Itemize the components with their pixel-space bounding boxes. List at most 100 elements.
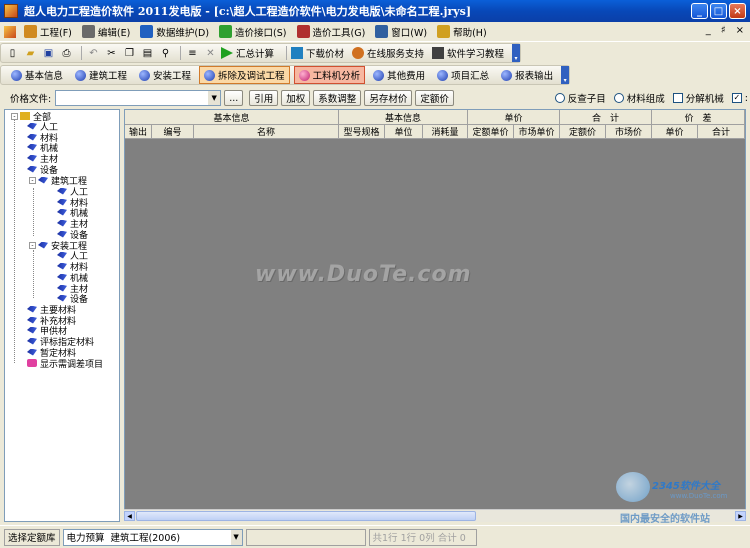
tab-reports[interactable]: 报表输出 [497,67,557,83]
status-position: 共1行 1行 0列 合计 0 [368,528,477,546]
mdi-restore-button[interactable]: ♯ [721,25,726,36]
minimize-button[interactable]: _ [691,3,708,19]
tree-node[interactable]: 评标指定材料 [27,336,94,348]
tree-node[interactable]: 主要材料 [27,304,76,316]
radio-icon[interactable] [554,93,565,103]
print-preview-icon[interactable]: ⎙ [59,46,74,61]
menu-project[interactable]: 工程(F) [24,25,72,39]
tree-node-building[interactable]: - 建筑工程 [29,175,87,187]
category-icon [38,241,48,249]
copy-icon[interactable]: ❐ [122,46,137,61]
extra-option[interactable]: ✓: [731,93,748,104]
column-header[interactable]: 单位 [385,125,423,139]
reverse-lookup-option[interactable]: 反查子目 [554,91,606,105]
tab-installation[interactable]: 安装工程 [135,67,195,83]
tree-node[interactable]: 设备 [27,164,58,176]
menu-cost-tools[interactable]: 造价工具(G) [296,25,365,39]
tree-node[interactable]: 主材 [57,218,88,230]
column-header[interactable]: 单价 [652,125,698,139]
price-file-bar: 价格文件: ▼ ... 引用 加权 系数调整 另存材价 定额价 反查子目 材料组… [0,88,750,108]
mdi-minimize-button[interactable]: _ [706,25,711,36]
column-header[interactable]: 输出 [125,125,152,139]
category-icon [57,187,67,195]
column-header[interactable]: 定额单价 [468,125,514,139]
material-composition-option[interactable]: 材料组成 [613,91,665,105]
save-icon[interactable]: ▣ [41,46,56,61]
scroll-thumb[interactable] [136,511,476,521]
tab-basic-info[interactable]: 基本信息 [7,67,67,83]
checkbox-icon[interactable] [672,93,683,103]
tree-node[interactable]: 机械 [57,272,88,284]
tree-node[interactable]: 设备 [57,293,88,305]
menu-data-maintenance[interactable]: 数据维护(D) [140,25,209,39]
download-prices-button[interactable]: 下载价材 [291,46,344,60]
new-file-icon[interactable]: ▯ [5,46,20,61]
browse-button[interactable]: ... [224,90,244,106]
calculate-button[interactable]: 汇总计算 [221,46,274,60]
tab-demolition[interactable]: 拆除及调试工程 [199,66,290,84]
save-as-prices-button[interactable]: 另存材价 [364,90,413,106]
price-file-select[interactable]: ▼ [55,90,222,106]
tree-node[interactable]: 人工 [27,121,58,133]
maximize-button[interactable]: □ [710,3,727,19]
undo-icon[interactable]: ↶ [86,46,101,61]
paste-icon[interactable]: ▤ [140,46,155,61]
tab-other-fees[interactable]: 其他费用 [369,67,429,83]
column-header[interactable]: 名称 [194,125,339,139]
tree-node[interactable]: 人工 [57,186,88,198]
menu-edit[interactable]: 编辑(E) [81,25,130,39]
tree-node[interactable]: 主材 [27,153,58,165]
tree-node[interactable]: 暂定材料 [27,347,76,359]
column-header[interactable]: 消耗量 [423,125,468,139]
column-header[interactable]: 型号规格 [339,125,385,139]
dropdown-arrow-icon[interactable]: ▼ [208,91,221,105]
find-icon[interactable]: ⚲ [158,46,173,61]
category-icon [57,198,67,206]
dropdown-arrow-icon[interactable]: ▼ [230,529,242,545]
weighted-button[interactable]: 加权 [281,90,311,106]
menu-help[interactable]: 帮助(H) [437,25,487,39]
show-adjustment-items[interactable]: 显示需调差项目 [27,358,103,370]
column-header[interactable]: 编号 [152,125,194,139]
main-toolbar: ▯ ▰ ▣ ⎙ ↶ ✂ ❐ ▤ ⚲ ≡ ✕ 汇总计算 下载价材 在线服务支持 软… [0,43,522,63]
app-menu-icon[interactable] [4,25,16,38]
coefficient-button[interactable]: 系数调整 [313,90,362,106]
quota-price-button[interactable]: 定额价 [415,90,454,106]
decompose-machinery-option[interactable]: 分解机械 [672,91,724,105]
column-header[interactable]: 合计 [698,125,745,139]
mdi-close-button[interactable]: × [736,25,744,36]
column-header[interactable]: 市场单价 [514,125,560,139]
tree-node[interactable]: 人工 [57,250,88,262]
select-library-button[interactable]: 选择定额库 [4,528,60,546]
tab-summary[interactable]: 项目汇总 [433,67,493,83]
tabbar-overflow-icon[interactable]: ▾ [561,66,570,84]
tree-node[interactable]: 机械 [27,142,58,154]
tutorial-button[interactable]: 软件学习教程 [432,46,504,60]
open-folder-icon[interactable]: ▰ [23,46,38,61]
tab-material-analysis[interactable]: 工料机分析 [293,66,366,84]
close-button[interactable]: × [729,3,746,19]
library-select[interactable]: 电力预算 建筑工程(2006) ▼ [62,528,243,546]
support-icon [352,47,365,59]
insert-row-icon[interactable]: ≡ [185,46,200,61]
column-header[interactable]: 市场价 [606,125,652,139]
cut-icon[interactable]: ✂ [104,46,119,61]
checkbox-checked-icon[interactable]: ✓ [731,93,742,103]
category-icon [57,294,67,302]
toolbar-overflow-icon[interactable]: ▾ [512,44,521,62]
delete-icon[interactable]: ✕ [203,46,218,61]
category-icon [57,251,67,259]
tab-building[interactable]: 建筑工程 [71,67,131,83]
menu-cost-interface[interactable]: 造价接口(S) [219,25,287,39]
tree-node[interactable]: 机械 [57,207,88,219]
column-header[interactable]: 定额价 [560,125,606,139]
analysis-grid: 基本信息 基本信息 单价 合 计 价 差 输出 编号 名称 型号规格 单位 消耗… [124,109,746,522]
tree-node[interactable]: 甲供材 [27,325,67,337]
menu-window[interactable]: 窗口(W) [375,25,427,39]
tree-node[interactable]: 设备 [57,229,88,241]
radio-icon[interactable] [613,93,624,103]
reference-button[interactable]: 引用 [249,90,279,106]
tree-node[interactable]: 材料 [57,261,88,273]
online-support-button[interactable]: 在线服务支持 [352,46,424,60]
scroll-left-icon[interactable]: ◀ [124,511,135,521]
